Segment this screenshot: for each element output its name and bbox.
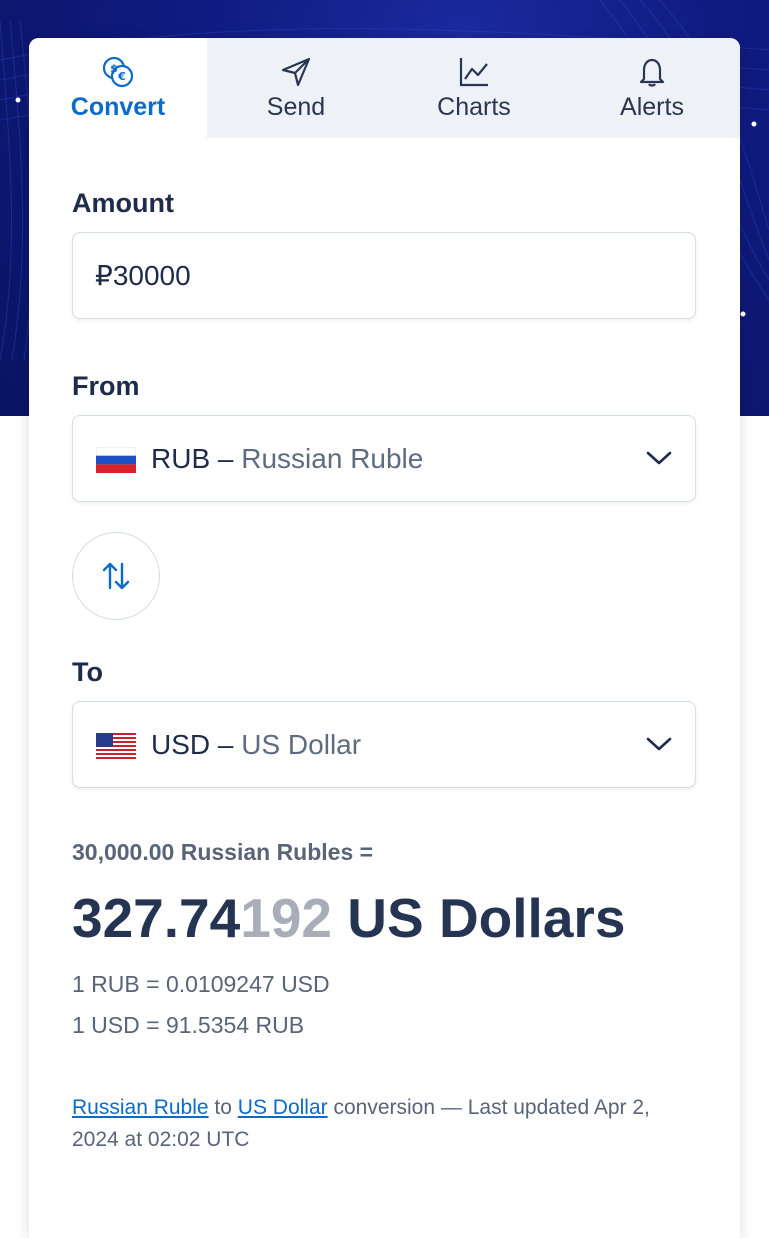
tab-charts[interactable]: Charts bbox=[385, 38, 563, 138]
tab-alerts[interactable]: Alerts bbox=[563, 38, 740, 138]
to-label: To bbox=[72, 657, 103, 687]
amount-field-box bbox=[72, 232, 696, 319]
tab-convert-label: Convert bbox=[70, 93, 166, 121]
chevron-down-icon bbox=[646, 737, 672, 751]
currency-exchange-icon: $ € bbox=[102, 56, 134, 88]
result-unit: US Dollars bbox=[347, 887, 626, 949]
amount-input[interactable] bbox=[73, 233, 695, 318]
chevron-down-icon bbox=[646, 451, 672, 465]
line-chart-icon bbox=[459, 58, 488, 87]
from-currency-text: RUB – Russian Ruble bbox=[151, 443, 423, 475]
russia-flag-icon bbox=[96, 447, 136, 473]
svg-text:€: € bbox=[117, 70, 126, 83]
from-currency-name: Russian Ruble bbox=[241, 443, 424, 474]
conversion-source-text: 30,000.00 Russian Rubles = bbox=[72, 839, 374, 865]
rate-reverse: 1 USD = 91.5354 RUB bbox=[72, 1012, 305, 1038]
conversion-result: 327.74192 US Dollars bbox=[72, 886, 625, 950]
converter-card: $ € Convert Send Charts Alerts Amount ₽3… bbox=[29, 38, 740, 1238]
result-amount-strong: 327.74 bbox=[72, 887, 241, 949]
from-label: From bbox=[72, 371, 140, 401]
paper-plane-icon bbox=[281, 57, 311, 87]
us-dollar-link[interactable]: US Dollar bbox=[238, 1096, 328, 1119]
amount-label: Amount bbox=[72, 188, 174, 218]
result-amount-faded: 192 bbox=[240, 887, 332, 949]
to-currency-code: USD – bbox=[151, 729, 234, 760]
tab-send[interactable]: Send bbox=[207, 38, 385, 138]
rate-forward: 1 RUB = 0.0109247 USD bbox=[72, 971, 330, 997]
swap-currencies-button[interactable] bbox=[72, 532, 160, 620]
footer-to-word: to bbox=[214, 1096, 232, 1119]
tab-convert[interactable]: $ € Convert bbox=[29, 38, 207, 138]
from-currency-select[interactable]: RUB – Russian Ruble bbox=[72, 415, 696, 502]
svg-text:$: $ bbox=[110, 62, 118, 75]
from-currency-code: RUB – bbox=[151, 443, 234, 474]
conversion-footer: Russian Ruble to US Dollar conversion — … bbox=[72, 1092, 702, 1156]
russian-ruble-link[interactable]: Russian Ruble bbox=[72, 1096, 209, 1119]
tab-send-label: Send bbox=[266, 93, 326, 121]
bell-icon bbox=[639, 58, 665, 87]
to-currency-select[interactable]: USD – US Dollar bbox=[72, 701, 696, 788]
to-currency-text: USD – US Dollar bbox=[151, 729, 361, 761]
to-currency-name: US Dollar bbox=[241, 729, 362, 760]
tab-charts-label: Charts bbox=[437, 93, 511, 121]
tab-alerts-label: Alerts bbox=[620, 93, 684, 121]
usa-flag-icon bbox=[96, 733, 136, 759]
tab-bar: $ € Convert Send Charts Alerts bbox=[29, 38, 740, 138]
swap-arrows-icon bbox=[102, 562, 130, 590]
